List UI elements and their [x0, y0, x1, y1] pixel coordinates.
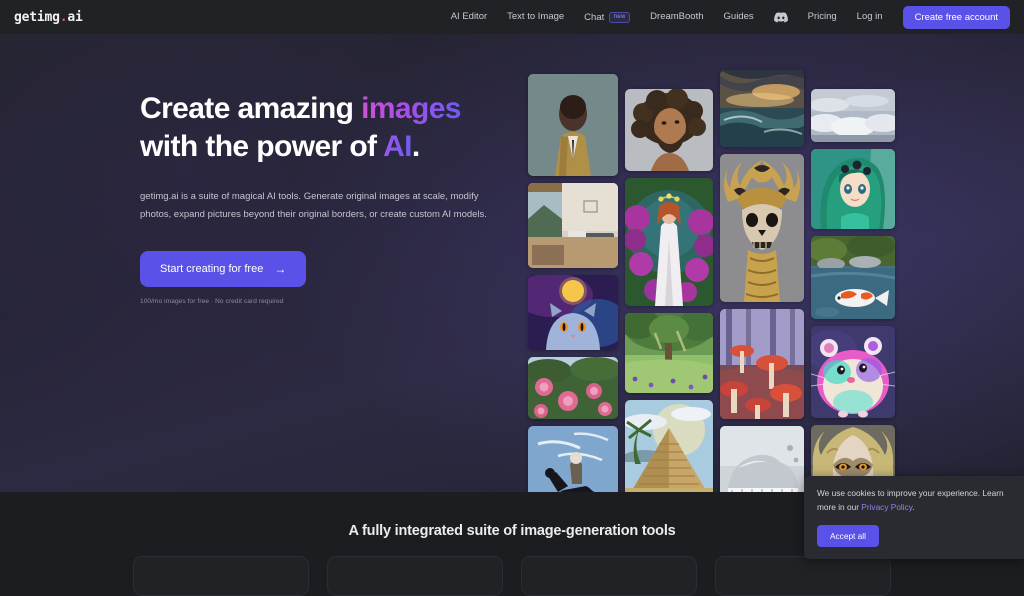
nav-item-chat-label: Chat [584, 12, 604, 23]
gallery-tile-ocean[interactable] [720, 70, 804, 147]
headline-line1-plain: Create amazing [140, 92, 361, 125]
gallery-column-1 [528, 40, 618, 492]
start-creating-button[interactable]: Start creating for free → [140, 251, 306, 287]
feature-card-4[interactable] [715, 556, 891, 596]
logo-text: getimg [14, 10, 60, 25]
accept-all-button[interactable]: Accept all [817, 525, 879, 547]
discord-icon[interactable] [764, 12, 798, 23]
gallery-tile-medusa[interactable] [720, 154, 804, 302]
arrow-right-icon: → [274, 263, 286, 275]
nav-item-dreambooth[interactable]: DreamBooth [640, 0, 713, 34]
hero-copy: Create amazing images with the power of … [140, 90, 510, 305]
gallery-tile-forest-tree[interactable] [625, 313, 713, 393]
gallery-tile-horse-rider[interactable] [528, 426, 618, 492]
gallery-tile-koi[interactable] [811, 236, 895, 319]
gallery-tile-flower-woman[interactable] [625, 178, 713, 306]
gallery-tile-curly-man[interactable] [625, 89, 713, 171]
gallery-tile-clouds[interactable] [811, 89, 895, 142]
gallery-tile-anime-girl[interactable] [811, 149, 895, 229]
gallery-tile-bedroom[interactable] [528, 183, 618, 268]
gallery-column-3 [720, 40, 804, 492]
gallery-tile-roses[interactable] [528, 357, 618, 419]
feature-card-1[interactable] [133, 556, 309, 596]
create-free-account-button[interactable]: Create free account [903, 6, 1010, 29]
gallery-tile-cosmic-cat[interactable] [528, 275, 618, 350]
nav-item-text-to-image[interactable]: Text to Image [497, 0, 574, 34]
headline-line2-plain: with the power of [140, 130, 383, 163]
logo-suffix: ai [67, 10, 82, 25]
feature-card-2[interactable] [327, 556, 503, 596]
nav-item-guides[interactable]: Guides [714, 0, 764, 34]
site-header: getimg.ai AI Editor Text to Image Chat n… [0, 0, 1024, 34]
gallery-tile-mushrooms[interactable] [720, 309, 804, 419]
cookie-message: We use cookies to improve your experienc… [817, 487, 1011, 514]
nav-item-ai-editor[interactable]: AI Editor [441, 0, 497, 34]
primary-navigation: AI Editor Text to Image Chat new DreamBo… [441, 0, 1010, 34]
page-title: Create amazing images with the power of … [140, 90, 510, 166]
start-creating-label: Start creating for free [160, 263, 263, 275]
gallery-column-4 [811, 40, 895, 492]
privacy-policy-link[interactable]: Privacy Policy [861, 502, 912, 512]
gallery-column-2 [625, 40, 713, 492]
gallery-tile-sneaker[interactable] [720, 426, 804, 492]
site-logo[interactable]: getimg.ai [14, 10, 83, 25]
nav-item-pricing[interactable]: Pricing [798, 0, 847, 34]
headline-word-images: images [361, 92, 461, 125]
hero-fineprint: 100/mo images for free · No credit card … [140, 298, 510, 305]
feature-card-row [0, 556, 1024, 596]
cookie-text-after: . [912, 502, 914, 512]
nav-item-chat[interactable]: Chat new [574, 12, 640, 23]
gallery-tile-pyramid[interactable] [625, 400, 713, 492]
gallery-tile-hamster[interactable] [811, 326, 895, 418]
new-badge: new [609, 12, 630, 23]
hero-description: getimg.ai is a suite of magical AI tools… [140, 188, 492, 223]
feature-card-3[interactable] [521, 556, 697, 596]
cookie-consent-banner: We use cookies to improve your experienc… [804, 476, 1024, 559]
nav-item-log-in[interactable]: Log in [847, 0, 893, 34]
headline-word-ai: AI [383, 130, 412, 163]
image-gallery [528, 40, 900, 492]
gallery-tile-portrait-suit[interactable] [528, 74, 618, 176]
hero-section: Create amazing images with the power of … [0, 34, 1024, 492]
headline-period: . [412, 130, 420, 163]
